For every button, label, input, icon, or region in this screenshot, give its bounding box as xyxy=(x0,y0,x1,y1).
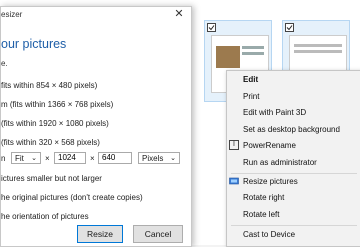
menu-item-edit[interactable]: Edit xyxy=(243,75,258,84)
fit-dropdown-value: Fit xyxy=(15,154,24,163)
size-option-small[interactable]: fits within 854 × 480 pixels) xyxy=(1,81,97,90)
menu-item-run-as-admin[interactable]: Run as administrator xyxy=(243,158,317,167)
instruction-text: e. xyxy=(1,59,8,68)
menu-separator xyxy=(231,173,357,174)
menu-item-powerrename[interactable]: PowerRename xyxy=(243,141,296,150)
close-icon[interactable]: ✕ xyxy=(173,8,185,20)
image-resizer-dialog: esizer ✕ our pictures e. fits within 854… xyxy=(0,6,192,247)
height-input[interactable] xyxy=(98,152,132,164)
menu-item-print[interactable]: Print xyxy=(243,92,259,101)
menu-item-rotate-right[interactable]: Rotate right xyxy=(243,193,284,202)
page-title: our pictures xyxy=(1,37,67,51)
custom-option-label[interactable]: n xyxy=(1,154,5,163)
fit-dropdown[interactable]: Fit ⌄ xyxy=(11,152,41,164)
width-input[interactable] xyxy=(54,152,86,164)
size-option-large[interactable]: (fits within 1920 × 1080 pixels) xyxy=(1,119,109,128)
chevron-down-icon: ⌄ xyxy=(170,155,176,162)
menu-item-cast-to-device[interactable]: Cast to Device xyxy=(243,230,295,239)
select-checkbox[interactable] xyxy=(285,23,294,32)
menu-item-edit-paint3d[interactable]: Edit with Paint 3D xyxy=(243,108,306,117)
menu-item-resize-pictures[interactable]: Resize pictures xyxy=(243,177,298,186)
chevron-down-icon: ⌄ xyxy=(31,155,37,162)
resize-button[interactable]: Resize xyxy=(77,225,123,243)
times-symbol: × xyxy=(90,154,95,163)
menu-item-rotate-left[interactable]: Rotate left xyxy=(243,210,279,219)
menu-separator xyxy=(231,225,357,226)
times-symbol: × xyxy=(45,154,50,163)
dialog-title: esizer xyxy=(1,10,23,19)
cancel-button[interactable]: Cancel xyxy=(133,225,183,243)
context-menu: Edit Print Edit with Paint 3D Set as des… xyxy=(226,70,360,247)
ignore-orientation-checkbox[interactable]: he orientation of pictures xyxy=(1,212,89,221)
powerrename-icon: I xyxy=(229,140,239,150)
replace-originals-checkbox[interactable]: he original pictures (don't create copie… xyxy=(1,193,143,202)
unit-dropdown-value: Pixels xyxy=(142,154,164,163)
menu-item-set-background[interactable]: Set as desktop background xyxy=(243,125,340,134)
image-resizer-icon xyxy=(229,176,239,186)
size-option-phone[interactable]: (fits within 320 × 568 pixels) xyxy=(1,138,100,147)
select-checkbox[interactable] xyxy=(207,23,216,32)
size-option-medium[interactable]: m (fits within 1366 × 768 pixels) xyxy=(1,100,113,109)
shrink-only-checkbox[interactable]: ictures smaller but not larger xyxy=(1,174,102,183)
unit-dropdown[interactable]: Pixels ⌄ xyxy=(138,152,180,164)
